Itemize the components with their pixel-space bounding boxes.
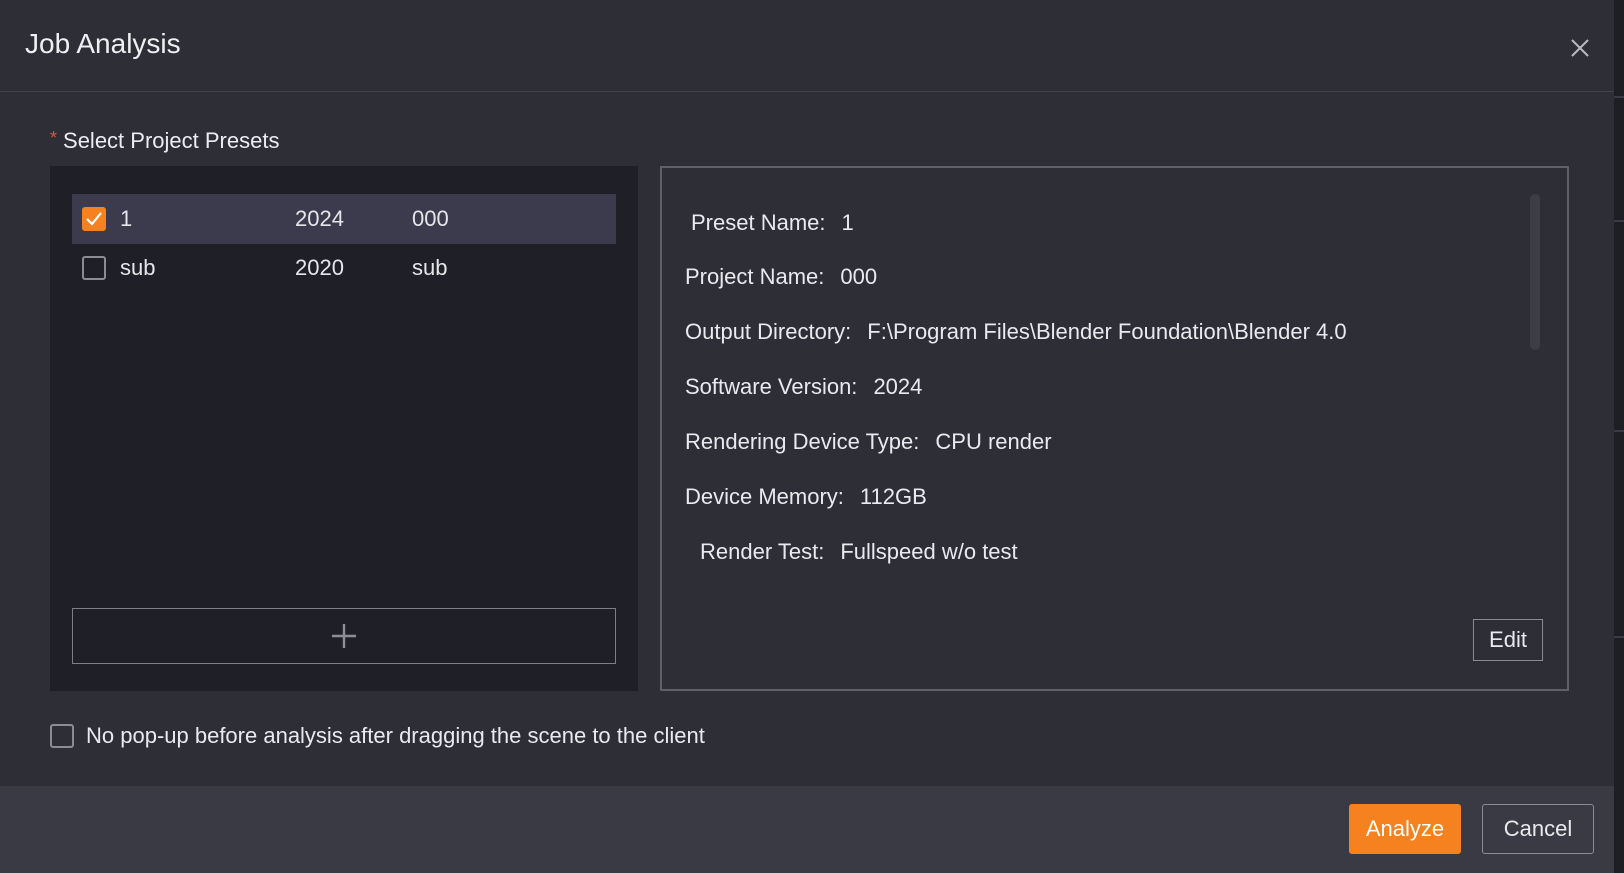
close-button[interactable] xyxy=(1562,30,1598,66)
preset-details-panel: Preset Name: 1 Project Name: 000 Output Di… xyxy=(660,166,1569,691)
preset-checkbox[interactable] xyxy=(82,256,106,280)
cancel-button[interactable]: Cancel xyxy=(1482,804,1594,854)
software-version-value: 2024 xyxy=(873,374,923,399)
preset-name-row: Preset Name: 1 xyxy=(691,210,854,236)
preset-project-cell: 000 xyxy=(412,206,449,231)
render-test-label: Render Test: xyxy=(700,539,825,564)
preset-name-label: Preset Name: xyxy=(691,210,826,235)
rendering-device-type-row: Rendering Device Type: CPU render xyxy=(685,429,1052,455)
title-bar: Job Analysis xyxy=(0,0,1614,92)
preset-checkbox[interactable] xyxy=(82,207,106,231)
rendering-device-type-label: Rendering Device Type: xyxy=(685,429,920,454)
preset-project-cell: sub xyxy=(412,255,448,280)
render-test-row: Render Test: Fullspeed w/o test xyxy=(700,539,1018,565)
edit-button[interactable]: Edit xyxy=(1473,619,1543,661)
preset-list-panel: 1 2024 000 sub 2020 sub xyxy=(50,166,638,691)
no-popup-label: No pop-up before analysis after dragging… xyxy=(86,723,705,748)
close-icon xyxy=(1571,39,1589,57)
select-presets-text: Select Project Presets xyxy=(63,128,280,153)
rendering-device-type-value: CPU render xyxy=(935,429,1052,454)
device-memory-row: Device Memory: 112GB xyxy=(685,484,927,510)
check-icon xyxy=(86,212,102,226)
render-test-value: Fullspeed w/o test xyxy=(840,539,1018,564)
project-name-value: 000 xyxy=(840,264,878,289)
software-version-row: Software Version: 2024 xyxy=(685,374,922,400)
device-memory-label: Device Memory: xyxy=(685,484,844,509)
project-name-label: Project Name: xyxy=(685,264,825,289)
device-memory-value: 112GB xyxy=(859,484,927,509)
dialog-footer: Analyze Cancel xyxy=(0,786,1614,873)
dialog-title: Job Analysis xyxy=(25,28,181,59)
analyze-button[interactable]: Analyze xyxy=(1349,804,1461,854)
output-directory-row: Output Directory: F:\Program Files\Blende… xyxy=(685,319,1347,345)
required-mark: * xyxy=(50,128,58,148)
software-version-label: Software Version: xyxy=(685,374,858,399)
select-presets-label: * Select Project Presets xyxy=(50,128,279,154)
no-popup-option[interactable]: No pop-up before analysis after dragging… xyxy=(50,723,705,749)
preset-row[interactable]: 1 2024 000 xyxy=(72,194,616,244)
preset-name-cell: sub xyxy=(120,255,156,280)
project-name-row: Project Name: 000 xyxy=(685,264,877,290)
window-edge xyxy=(1614,0,1624,873)
output-directory-label: Output Directory: xyxy=(685,319,852,344)
details-scrollbar[interactable] xyxy=(1530,194,1540,350)
preset-version-cell: 2024 xyxy=(295,206,344,231)
plus-icon xyxy=(332,624,356,648)
no-popup-checkbox[interactable] xyxy=(50,724,74,748)
output-directory-value: F:\Program Files\Blender Foundation\Blen… xyxy=(867,319,1347,344)
preset-name-cell: 1 xyxy=(120,206,133,231)
preset-name-value: 1 xyxy=(841,210,854,235)
add-preset-button[interactable] xyxy=(72,608,616,664)
preset-row[interactable]: sub 2020 sub xyxy=(72,243,616,293)
preset-version-cell: 2020 xyxy=(295,255,344,280)
job-analysis-dialog: Job Analysis * Select Project Presets 1 2… xyxy=(0,0,1624,873)
